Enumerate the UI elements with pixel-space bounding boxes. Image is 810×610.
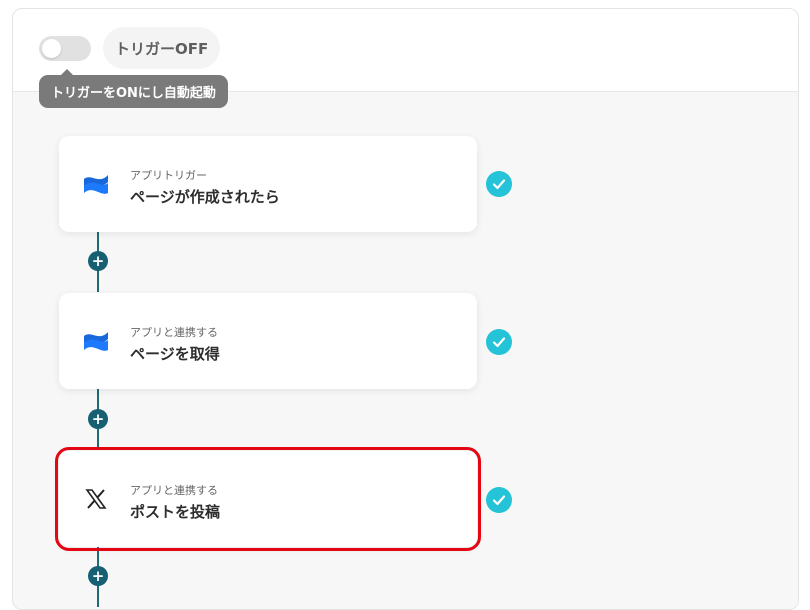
step-card-trigger[interactable]: アプリトリガー ページが作成されたら [59,136,477,232]
step-subtitle: アプリと連携する [130,484,218,497]
step-title: ページが作成されたら [130,188,280,206]
confluence-icon [84,175,108,194]
add-step-button[interactable]: + [88,566,108,586]
workflow-editor: トリガーOFF + + + アプリトリガー ページが作成されたら アプリと連携す… [12,8,799,610]
add-step-button[interactable]: + [88,409,108,429]
x-logo-icon [85,489,107,509]
flow-canvas: + + + アプリトリガー ページが作成されたら アプリと連携する ページを取得 [13,92,798,609]
check-icon [486,487,512,513]
step-subtitle: アプリと連携する [130,326,218,339]
confluence-icon [84,332,108,351]
step-title: ページを取得 [130,345,220,363]
check-icon [486,329,512,355]
step-card-post-x[interactable]: アプリと連携する ポストを投稿 [55,447,481,551]
trigger-tooltip: トリガーをONにし自動起動 [39,69,228,108]
trigger-status-label: トリガーOFF [103,27,221,69]
trigger-toggle[interactable] [39,36,91,61]
add-step-button[interactable]: + [88,251,108,271]
step-title: ポストを投稿 [130,503,221,521]
step-card-get-page[interactable]: アプリと連携する ページを取得 [59,293,477,389]
step-subtitle: アプリトリガー [130,169,207,182]
check-icon [486,171,512,197]
toggle-knob [42,39,61,58]
